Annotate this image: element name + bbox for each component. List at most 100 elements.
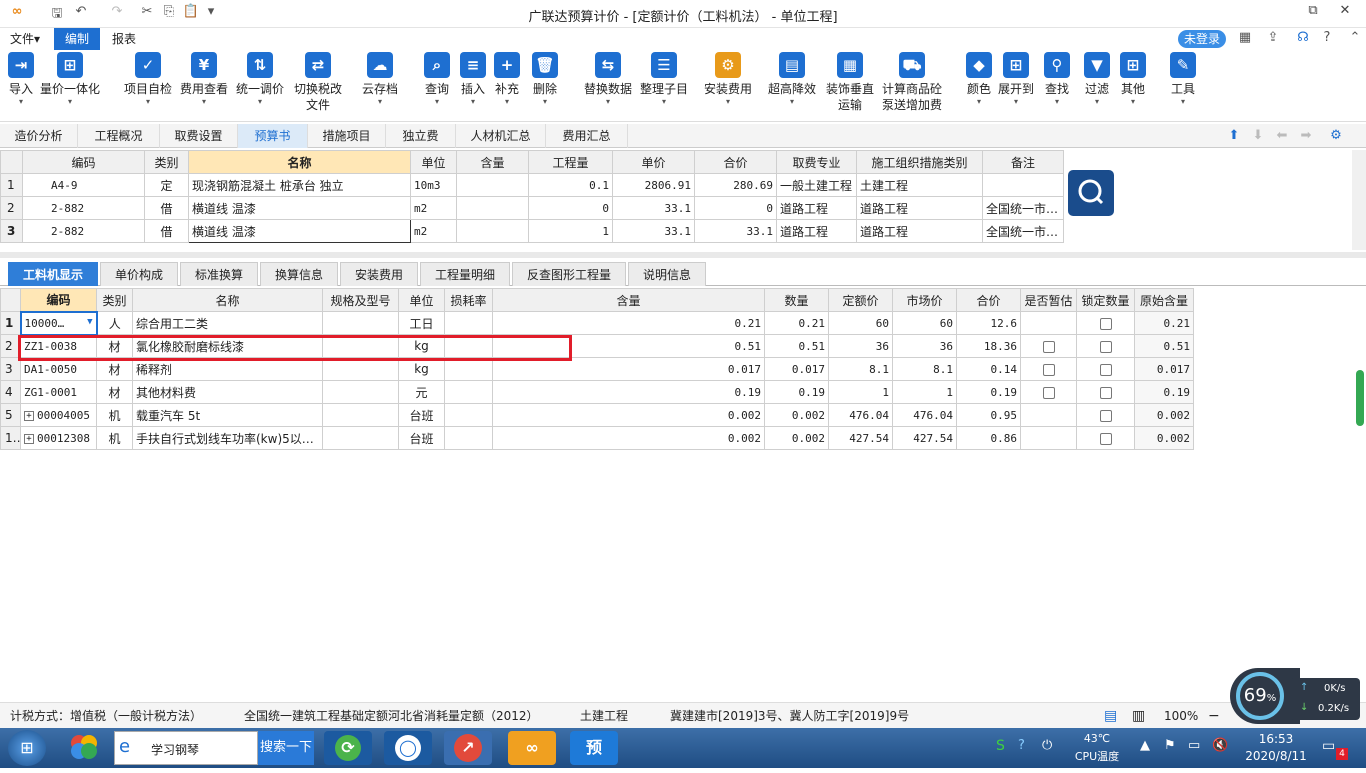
settings-icon[interactable]: ⚙: [1328, 128, 1344, 144]
cell-name[interactable]: 现浇钢筋混凝土 桩承台 独立: [188, 173, 411, 197]
cell-qty[interactable]: 0.1: [528, 173, 613, 197]
expand-icon[interactable]: +: [24, 433, 34, 444]
column-header[interactable]: 数量: [764, 288, 829, 312]
column-header[interactable]: 规格及型号: [322, 288, 399, 312]
cell-orig[interactable]: 0.19: [1134, 380, 1194, 404]
cell-lock[interactable]: [1076, 380, 1135, 404]
move-down-icon[interactable]: ⬇: [1250, 128, 1266, 144]
cell-loss[interactable]: [444, 426, 493, 450]
column-header[interactable]: 损耗率: [444, 288, 493, 312]
cell-market[interactable]: 427.54: [892, 426, 957, 450]
cell-quota[interactable]: 476.04: [828, 403, 893, 427]
volume-muted-icon[interactable]: 🔇: [1212, 738, 1228, 753]
move-up-icon[interactable]: ⬆: [1226, 128, 1242, 144]
table-row[interactable]: 1 10000… ▼ 人综合用工二类 工日 0.21 0.21 60 60 12.6 0.21: [0, 310, 1194, 336]
cell-orig[interactable]: 0.002: [1134, 426, 1194, 450]
tab-reverse-lookup[interactable]: 反查图形工程量: [512, 262, 626, 286]
cell-total[interactable]: 33.1: [694, 219, 777, 243]
column-header[interactable]: 合价: [956, 288, 1021, 312]
cell-qty[interactable]: 0.19: [764, 380, 829, 404]
cell-unit[interactable]: 台班: [398, 403, 445, 427]
cell-org[interactable]: 道路工程: [856, 219, 983, 243]
ribbon-button-9[interactable]: + 补充 ▾: [494, 52, 520, 107]
ribbon-button-1[interactable]: ⊞ 量价一体化 ▾: [40, 52, 100, 107]
column-header[interactable]: 名称: [188, 150, 411, 174]
close-icon[interactable]: ✕: [1330, 3, 1360, 23]
cell-n[interactable]: 13: [0, 426, 21, 450]
cell-price[interactable]: 33.1: [612, 219, 695, 243]
cell-fee[interactable]: 一般土建工程: [776, 173, 857, 197]
layout-list-icon[interactable]: ▤: [1104, 703, 1117, 729]
zoom-out-icon[interactable]: −: [1208, 703, 1220, 729]
layout-split-icon[interactable]: ▥: [1132, 703, 1145, 729]
lock-checkbox[interactable]: [1099, 432, 1112, 445]
cell-orig[interactable]: 0.017: [1134, 357, 1194, 381]
tab-independent-fee[interactable]: 独立费: [386, 124, 456, 148]
cell-market[interactable]: 1: [892, 380, 957, 404]
tab-project-overview[interactable]: 工程概况: [78, 124, 160, 148]
cell-type[interactable]: 机: [96, 426, 133, 450]
cell-code[interactable]: +00004005: [20, 403, 97, 427]
cell-lock[interactable]: [1076, 403, 1135, 427]
estimate-checkbox[interactable]: [1042, 340, 1055, 353]
expand-icon[interactable]: +: [24, 410, 34, 421]
column-header[interactable]: 备注: [982, 150, 1064, 174]
headset-icon[interactable]: ☊: [1294, 30, 1312, 48]
ribbon-button-14[interactable]: ▤ 超高降效 ▾: [768, 52, 816, 107]
column-header[interactable]: 单价: [612, 150, 695, 174]
cell-content[interactable]: 0.19: [492, 380, 765, 404]
cell-qty[interactable]: 0.002: [764, 426, 829, 450]
cell-org[interactable]: 道路工程: [856, 196, 983, 220]
cell-qty[interactable]: 0.51: [764, 334, 829, 358]
ribbon-button-11[interactable]: ⇆ 替换数据 ▾: [584, 52, 632, 107]
cell-n[interactable]: 1: [0, 173, 23, 197]
cell-note[interactable]: [982, 173, 1064, 197]
cell-code[interactable]: 10000… ▼: [19, 310, 98, 336]
cell-spec[interactable]: [322, 426, 399, 450]
help-tray-icon[interactable]: ?: [1018, 738, 1025, 753]
cell-note[interactable]: 全国统一市…: [982, 219, 1064, 243]
cell-unit[interactable]: 10m3: [410, 173, 457, 197]
cell-est[interactable]: [1020, 380, 1077, 404]
cell-loss[interactable]: [444, 311, 493, 335]
ribbon-button-17[interactable]: ◆ 颜色 ▾: [966, 52, 992, 107]
login-button[interactable]: 未登录: [1178, 30, 1226, 48]
upper-scrollbar[interactable]: [1352, 150, 1366, 250]
cell-qty[interactable]: 0: [528, 196, 613, 220]
table-row[interactable]: 2 2-882 借横道线 温漆 m2 0 33.1 0 道路工程 道路工程 全国统一市…: [0, 196, 1064, 220]
cell-n[interactable]: 2: [0, 196, 23, 220]
cell-lock[interactable]: [1076, 357, 1135, 381]
cell-code[interactable]: +00012308: [20, 426, 97, 450]
cell-lock[interactable]: [1076, 426, 1135, 450]
cell-orig[interactable]: 0.21: [1134, 311, 1194, 335]
cell-content[interactable]: [456, 219, 529, 243]
help-icon[interactable]: ?: [1318, 30, 1336, 48]
cell-unit[interactable]: 台班: [398, 426, 445, 450]
menu-edit[interactable]: 编制: [54, 28, 100, 50]
grid-menu-icon[interactable]: ▦: [1236, 30, 1254, 48]
cell-type[interactable]: 定: [144, 173, 189, 197]
cell-market[interactable]: 36: [892, 334, 957, 358]
cell-fee[interactable]: 道路工程: [776, 196, 857, 220]
cell-quota[interactable]: 36: [828, 334, 893, 358]
cell-orig[interactable]: 0.002: [1134, 403, 1194, 427]
cell-market[interactable]: 476.04: [892, 403, 957, 427]
tab-fee-settings[interactable]: 取费设置: [160, 124, 238, 148]
cell-n[interactable]: 5: [0, 403, 21, 427]
show-hidden-icons-icon[interactable]: ▲: [1140, 738, 1150, 753]
column-header[interactable]: 单位: [398, 288, 445, 312]
cell-est[interactable]: [1020, 334, 1077, 358]
tab-cost-analysis[interactable]: 造价分析: [0, 124, 78, 148]
ribbon-button-12[interactable]: ☰ 整理子目 ▾: [640, 52, 688, 107]
start-button[interactable]: ⊞: [8, 730, 46, 766]
column-header[interactable]: 类别: [96, 288, 133, 312]
tab-budget-book[interactable]: 预算书: [238, 124, 308, 148]
ribbon-button-7[interactable]: ⌕ 查询 ▾: [424, 52, 450, 107]
tab-description[interactable]: 说明信息: [628, 262, 706, 286]
column-header[interactable]: 含量: [456, 150, 529, 174]
table-row[interactable]: 3 2-882 借横道线 温漆 m2 1 33.1 33.1 道路工程 道路工程 全国统一市…: [0, 219, 1064, 243]
column-header[interactable]: 编码: [22, 150, 145, 174]
cell-name[interactable]: 横道线 温漆: [188, 219, 411, 243]
ribbon-button-18[interactable]: ⊞ 展开到 ▾: [998, 52, 1034, 107]
cell-price[interactable]: 2806.91: [612, 173, 695, 197]
